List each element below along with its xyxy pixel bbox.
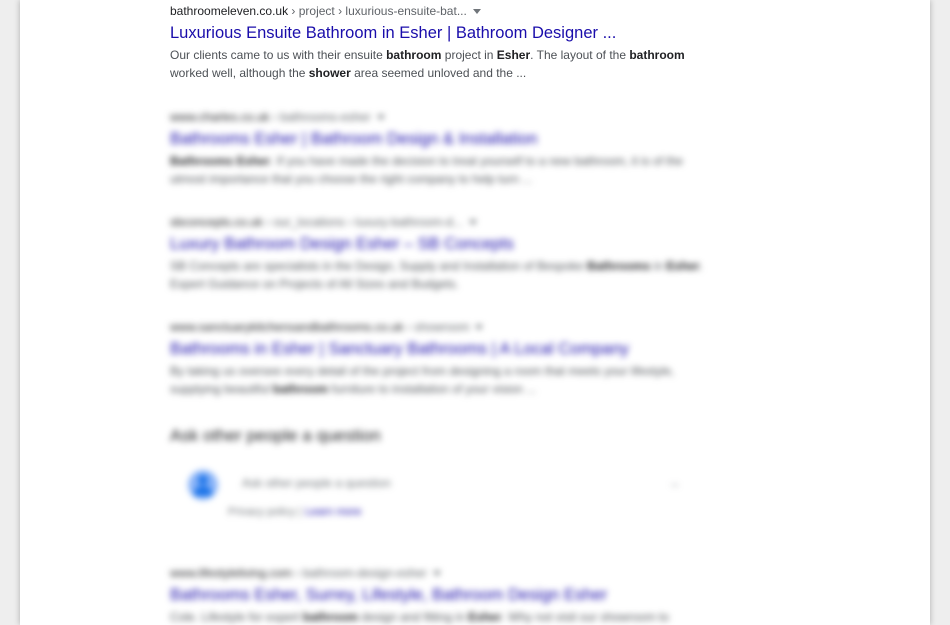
result-title-link[interactable]: Luxurious Ensuite Bathroom in Esher | Ba… — [170, 22, 710, 44]
snippet-highlight: shower — [308, 66, 351, 80]
snippet-text: SB Concepts are specialists in the Desig… — [170, 259, 587, 273]
result-breadcrumb[interactable]: bathroomeleven.co.uk › project › luxurio… — [170, 0, 710, 22]
result-path: › bathroom-design-esher — [292, 566, 427, 580]
result-path: › showroom — [403, 320, 470, 334]
result-site: bathroomeleven.co.uk — [170, 4, 289, 18]
snippet-highlight: Esher — [496, 48, 531, 62]
result-title-link[interactable]: Luxury Bathroom Design Esher – SB Concep… — [170, 233, 710, 255]
result-path: › our_locations › luxury-bathroom-d... — [262, 215, 463, 229]
result-snippet: Our clients came to us with their ensuit… — [170, 46, 710, 82]
snippet-text: worked well, although the — [170, 66, 309, 80]
snippet-highlight: Esher — [666, 259, 700, 273]
result-title-link[interactable]: Bathrooms Esher, Surrey, Lifestyle, Bath… — [170, 584, 710, 606]
result-path: › project › luxurious-ensuite-bat... — [288, 4, 467, 18]
arrow-right-icon[interactable]: → — [668, 476, 680, 490]
result-snippet: SB Concepts are specialists in the Desig… — [170, 257, 710, 293]
search-results-page: bathroomeleven.co.uk › project › luxurio… — [20, 0, 930, 625]
snippet-highlight: bathroom — [272, 382, 329, 396]
result-site: www.sanctuarykitchensandbathrooms.co.uk — [170, 320, 404, 334]
result-path: › bathrooms-esher — [269, 110, 371, 124]
user-avatar-icon — [188, 470, 218, 500]
snippet-text: . Why not visit our showroom to — [501, 610, 669, 624]
snippet-highlight: Esher — [468, 610, 502, 624]
result-site: sbconcepts.co.uk — [170, 215, 263, 229]
learn-more-link[interactable]: Learn more — [305, 506, 361, 518]
snippet-text: design and fitting in — [358, 610, 469, 624]
result-breadcrumb[interactable]: www.lifestyleliving.com › bathroom-desig… — [170, 562, 710, 584]
snippet-highlight: bathroom — [386, 48, 442, 62]
result-breadcrumb[interactable]: sbconcepts.co.uk › our_locations › luxur… — [170, 211, 710, 233]
snippet-text: area seemed unloved and the ... — [350, 66, 527, 80]
ask-question-box[interactable]: Ask other people a question → Privacy po… — [170, 462, 700, 522]
snippet-text: . The layout of the — [530, 48, 630, 62]
snippet-text: Our clients came to us with their ensuit… — [170, 48, 387, 62]
result-title-link[interactable]: Bathrooms Esher | Bathroom Design & Inst… — [170, 128, 710, 150]
snippet-text: Cole. Lifestyle for expert — [170, 610, 303, 624]
snippet-highlight: bathroom — [629, 48, 685, 62]
snippet-highlight: Bathrooms — [586, 259, 651, 273]
search-result: bathroomeleven.co.uk › project › luxurio… — [170, 0, 710, 82]
chevron-down-icon[interactable] — [432, 571, 441, 577]
snippet-text: project in — [441, 48, 497, 62]
chevron-down-icon[interactable] — [376, 115, 385, 121]
result-breadcrumb[interactable]: www.charles.co.uk › bathrooms-esher — [170, 106, 710, 128]
chevron-down-icon[interactable] — [468, 220, 477, 226]
snippet-text: furniture to installation of your vision… — [328, 382, 537, 396]
result-snippet: Bathrooms Esher. If you have made the de… — [170, 152, 710, 188]
result-snippet: Cole. Lifestyle for expert bathroom desi… — [170, 608, 710, 625]
result-breadcrumb[interactable]: www.sanctuarykitchensandbathrooms.co.uk … — [170, 316, 710, 338]
search-result: sbconcepts.co.uk › our_locations › luxur… — [170, 211, 710, 293]
search-result: www.charles.co.uk › bathrooms-esher Bath… — [170, 106, 710, 188]
result-site: www.lifestyleliving.com — [170, 566, 293, 580]
ask-question-input[interactable]: Ask other people a question — [242, 476, 391, 490]
result-snippet: By taking us oversee every detail of the… — [170, 362, 710, 398]
ask-question-footer-text: Privacy policy | — [228, 506, 302, 518]
ask-question-footer: Privacy policy | Learn more — [228, 506, 361, 518]
snippet-highlight: Bathrooms Esher — [170, 154, 271, 168]
result-site: www.charles.co.uk — [170, 110, 270, 124]
search-result: www.lifestyleliving.com › bathroom-desig… — [170, 562, 710, 625]
chevron-down-icon[interactable] — [472, 9, 481, 15]
snippet-highlight: bathroom — [302, 610, 359, 624]
snippet-text: in — [650, 259, 667, 273]
search-result: www.sanctuarykitchensandbathrooms.co.uk … — [170, 316, 710, 398]
chevron-down-icon[interactable] — [475, 325, 484, 331]
result-title-link[interactable]: Bathrooms in Esher | Sanctuary Bathrooms… — [170, 338, 710, 360]
ask-question-heading: Ask other people a question — [170, 426, 381, 445]
